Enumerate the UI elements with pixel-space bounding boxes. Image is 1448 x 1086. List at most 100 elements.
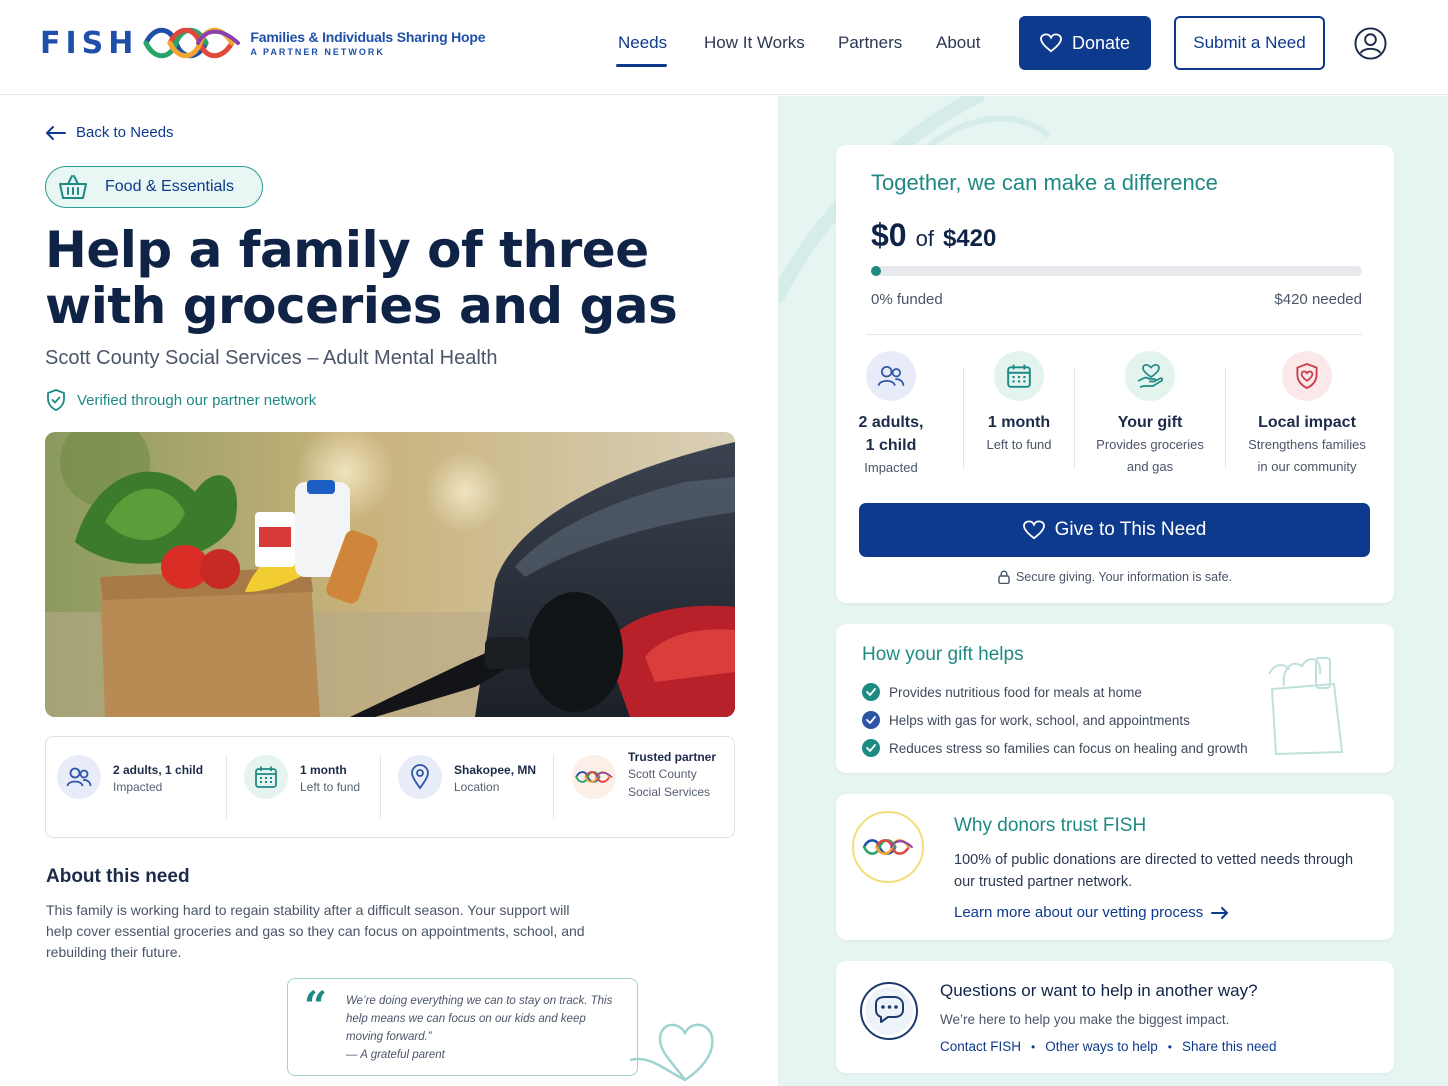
donate-button-label: Donate — [1071, 32, 1131, 53]
vetting-process-link[interactable]: Learn more about our vetting process — [954, 904, 1229, 921]
impact-gift: Your gift Provides groceries and gas — [1086, 351, 1214, 478]
divider — [866, 334, 1362, 335]
impact-local: Local impact Strengthens families in our… — [1236, 351, 1378, 478]
back-to-needs-link[interactable]: Back to Needs — [46, 124, 174, 141]
stat-people-sub: Impacted — [113, 780, 163, 794]
category-label: Food & Essentials — [105, 178, 234, 195]
impact-people-title-1: 2 adults, — [858, 414, 924, 431]
partner-program: Scott County Social Services – Adult Men… — [45, 347, 498, 369]
helps-item-text: Provides nutritious food for meals at ho… — [889, 684, 1142, 700]
stat-people: 2 adults, 1 child Impacted — [57, 755, 203, 799]
lock-icon — [998, 570, 1010, 584]
arrow-left-icon — [46, 125, 66, 140]
testimonial-quote: “ We’re doing everything we can to stay … — [287, 978, 638, 1076]
stat-divider — [226, 755, 227, 819]
location-pin-icon — [398, 755, 442, 799]
trust-card: Why donors trust FISH 100% of public don… — [836, 794, 1394, 940]
check-icon — [862, 739, 880, 757]
helps-item-text: Reduces stress so families can focus on … — [889, 740, 1248, 756]
nav-about[interactable]: About — [936, 33, 980, 53]
stat-location-sub: Location — [454, 780, 500, 794]
stat-time: 1 month Left to fund — [244, 755, 360, 799]
funding-progress-bar — [871, 266, 1362, 276]
impact-divider — [963, 368, 964, 468]
give-button-label: Give to This Need — [1054, 519, 1207, 540]
list-item: Provides nutritious food for meals at ho… — [862, 678, 1248, 706]
separator-dot: • — [1167, 1039, 1172, 1054]
about-heading: About this need — [46, 866, 190, 887]
secure-giving-note: Secure giving. Your information is safe. — [836, 570, 1394, 584]
impact-people-sub: Impacted — [864, 460, 918, 475]
stat-partner-sub-1: Scott County — [628, 767, 697, 781]
heart-hand-icon — [1125, 351, 1175, 401]
impact-time: 1 month Left to fund — [976, 351, 1062, 456]
about-body: This family is working hard to regain st… — [46, 902, 585, 960]
logo-tagline: Families & Individuals Sharing Hope A PA… — [250, 29, 485, 57]
donate-button[interactable]: Donate — [1019, 16, 1151, 70]
donation-amount: $0 of $420 — [871, 217, 996, 254]
page-title: Help a family of three with groceries an… — [45, 221, 678, 335]
shield-check-icon — [47, 389, 65, 411]
calendar-icon — [244, 755, 288, 799]
impact-local-sub-2: in our community — [1257, 459, 1357, 474]
gift-helps-card: How your gift helps Provides nutritious … — [836, 624, 1394, 773]
other-ways-link[interactable]: Other ways to help — [1045, 1039, 1158, 1054]
stat-divider — [553, 755, 554, 819]
funding-progress-fill — [871, 266, 881, 276]
funded-percent: 0% funded — [871, 291, 943, 308]
impact-people: 2 adults, 1 child Impacted — [850, 351, 932, 479]
trust-body: 100% of public donations are directed to… — [954, 852, 1354, 890]
quote-author: — A grateful parent — [346, 1049, 445, 1061]
vetting-link-label: Learn more about our vetting process — [954, 904, 1204, 921]
nav-partners[interactable]: Partners — [838, 33, 902, 53]
nav-needs[interactable]: Needs — [618, 33, 667, 53]
chat-bubble-icon — [860, 982, 918, 1040]
fish-logo[interactable]: FISH Families & Individuals Sharing Hope… — [40, 18, 486, 68]
share-need-link[interactable]: Share this need — [1182, 1039, 1277, 1054]
hero-image — [45, 432, 735, 717]
stat-time-title: 1 month — [300, 763, 347, 777]
heart-decoration-icon — [630, 1023, 714, 1082]
questions-body: We’re here to help you make the biggest … — [940, 1012, 1230, 1027]
questions-card: Questions or want to help in another way… — [836, 961, 1394, 1073]
submit-need-button[interactable]: Submit a Need — [1174, 16, 1325, 70]
nav-how-it-works[interactable]: How It Works — [704, 33, 805, 53]
heart-icon — [1022, 520, 1045, 540]
verified-badge: Verified through our partner network — [46, 389, 316, 411]
donation-heading: Together, we can make a difference — [871, 170, 1218, 195]
list-item: Reduces stress so families can focus on … — [862, 734, 1248, 762]
people-icon — [57, 755, 101, 799]
helps-list: Provides nutritious food for meals at ho… — [862, 678, 1248, 762]
impact-divider — [1225, 368, 1226, 468]
helps-item-text: Helps with gas for work, school, and app… — [889, 712, 1190, 728]
heart-icon — [1040, 33, 1062, 53]
amount-raised: $0 — [871, 217, 907, 253]
helps-heading: How your gift helps — [862, 644, 1024, 665]
site-header: FISH Families & Individuals Sharing Hope… — [0, 0, 1448, 95]
amount-goal: $420 — [942, 225, 997, 252]
stat-location-title: Shakopee, MN — [454, 763, 537, 777]
grocery-bag-decoration-icon — [1268, 657, 1344, 756]
check-icon — [862, 711, 880, 729]
stat-time-sub: Left to fund — [300, 780, 361, 794]
logo-tagline-line1: Families & Individuals Sharing Hope — [250, 29, 486, 45]
user-account-icon[interactable] — [1354, 27, 1387, 60]
impact-time-sub: Left to fund — [986, 437, 1052, 452]
partner-logo-icon — [572, 755, 616, 799]
list-item: Helps with gas for work, school, and app… — [862, 706, 1248, 734]
impact-people-title-2: 1 child — [865, 437, 917, 454]
impact-local-title: Local impact — [1258, 414, 1356, 431]
stat-people-title: 2 adults, 1 child — [113, 763, 204, 777]
amount-needed: $420 needed — [1274, 291, 1362, 308]
contact-fish-link[interactable]: Contact FISH — [940, 1039, 1021, 1054]
shield-heart-icon — [1282, 351, 1332, 401]
quote-text: We’re doing everything we can to stay on… — [346, 995, 613, 1043]
people-icon — [866, 351, 916, 401]
questions-links: Contact FISH • Other ways to help • Shar… — [940, 1039, 1277, 1054]
calendar-icon — [994, 351, 1044, 401]
impact-gift-sub-1: Provides groceries — [1096, 437, 1204, 452]
logo-wordmark: FISH — [40, 25, 139, 61]
logo-tagline-line2: A PARTNER NETWORK — [250, 47, 385, 57]
give-to-this-need-button[interactable]: Give to This Need — [859, 503, 1370, 557]
category-tag[interactable]: Food & Essentials — [45, 166, 263, 208]
